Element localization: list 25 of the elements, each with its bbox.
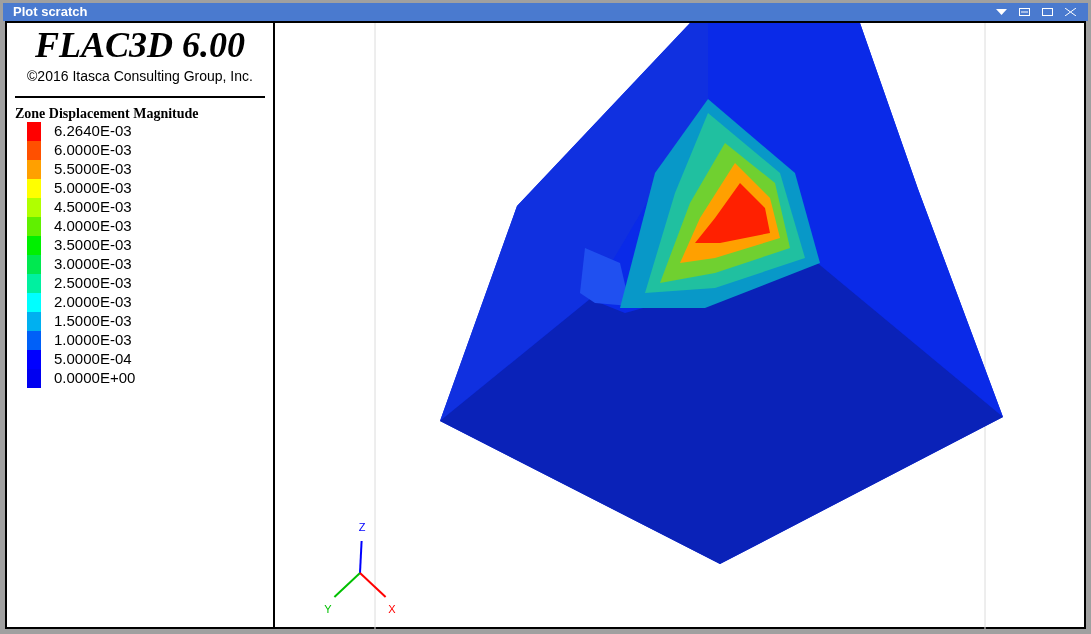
legend-label: 3.5000E-03 <box>54 235 132 256</box>
legend-label: 5.5000E-03 <box>54 159 132 180</box>
legend-label: 6.0000E-03 <box>54 140 132 161</box>
legend-label: 0.0000E+00 <box>54 368 136 389</box>
legend-label: 5.0000E-04 <box>54 349 132 370</box>
legend-label: 6.2640E-03 <box>54 121 132 142</box>
legend-label: 3.0000E-03 <box>54 254 132 275</box>
legend-label: 1.0000E-03 <box>54 330 132 351</box>
product-title: FLAC3D 6.00 <box>34 25 246 65</box>
restore-icon[interactable] <box>1019 8 1030 16</box>
close-icon[interactable] <box>1065 8 1076 16</box>
axis-label: Y <box>324 603 332 615</box>
copyright-text: ©2016 Itasca Consulting Group, Inc. <box>26 67 254 86</box>
legend-title: Zone Displacement Magnitude <box>15 105 200 122</box>
axis-label: X <box>388 603 396 615</box>
dropdown-icon[interactable] <box>996 9 1007 15</box>
legend-label: 1.5000E-03 <box>54 311 132 332</box>
axis-label: Z <box>358 521 366 533</box>
window-title: Plot scratch <box>13 3 89 22</box>
legend-label: 2.0000E-03 <box>54 292 132 313</box>
legend-label: 4.0000E-03 <box>54 216 132 237</box>
legend-label: 2.5000E-03 <box>54 273 132 294</box>
maximize-icon[interactable] <box>1042 8 1053 16</box>
legend-label: 4.5000E-03 <box>54 197 132 218</box>
legend-label: 5.0000E-03 <box>54 178 132 199</box>
